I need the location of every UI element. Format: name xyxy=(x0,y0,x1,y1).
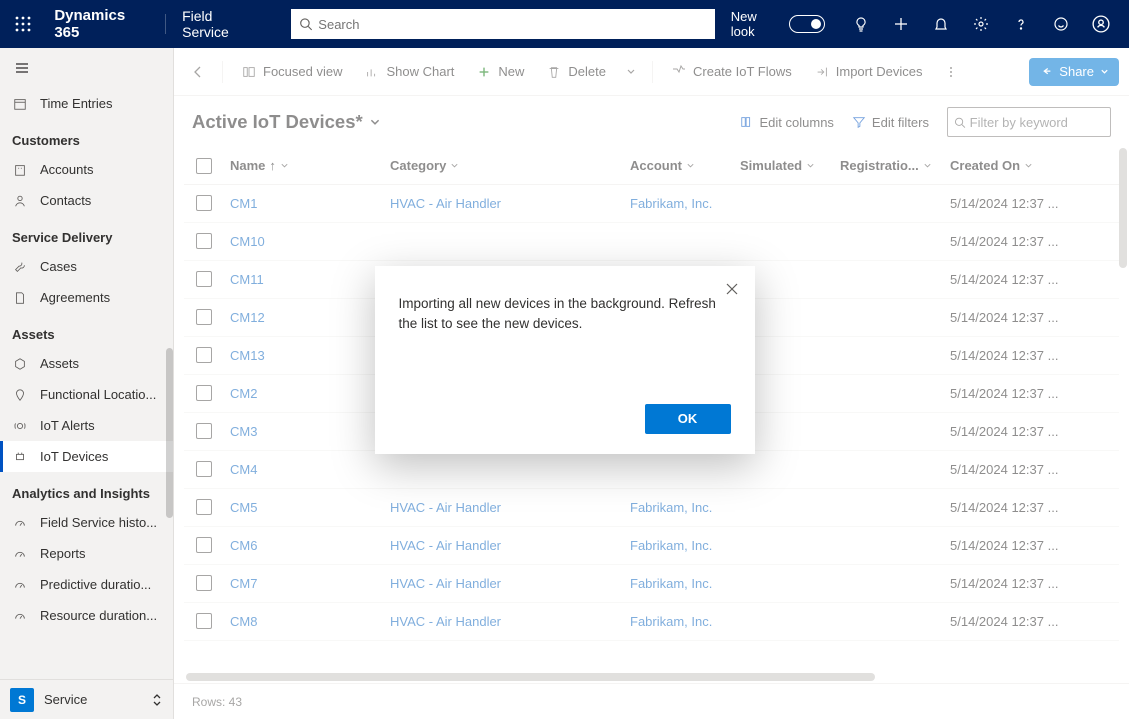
dialog-message: Importing all new devices in the backgro… xyxy=(399,294,731,404)
dialog-close-button[interactable] xyxy=(725,282,739,296)
import-dialog: Importing all new devices in the backgro… xyxy=(375,266,755,454)
dialog-ok-button[interactable]: OK xyxy=(645,404,731,434)
dialog-backdrop: Importing all new devices in the backgro… xyxy=(0,0,1129,719)
